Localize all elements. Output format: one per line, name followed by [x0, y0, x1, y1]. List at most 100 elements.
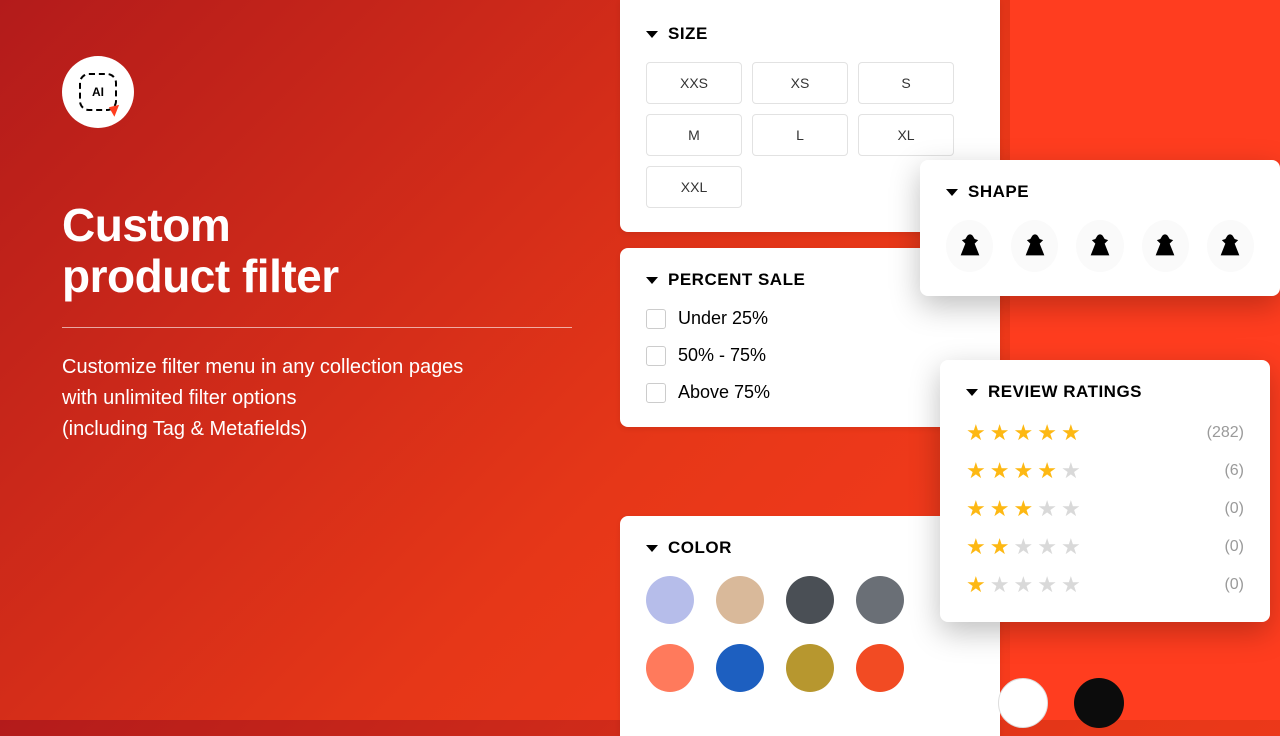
chevron-down-icon [646, 31, 658, 38]
star-filled-icon: ★ [966, 496, 986, 522]
hero-title-line2: product filter [62, 250, 339, 302]
color-row [646, 644, 974, 692]
color-filter-header[interactable]: COLOR [646, 538, 974, 558]
shape-option-dress-icon[interactable] [1207, 220, 1254, 272]
star-empty-icon: ★ [1013, 534, 1033, 560]
shape-filter-panel: SHAPE [920, 160, 1280, 296]
shape-option-dress-icon[interactable] [946, 220, 993, 272]
option-label: Under 25% [678, 308, 768, 329]
color-swatch[interactable] [646, 576, 694, 624]
chevron-down-icon [946, 189, 958, 196]
rating-option[interactable]: ★★★★★(0) [966, 534, 1244, 560]
color-swatch[interactable] [786, 576, 834, 624]
hero-section: Custom product filter Customize filter m… [62, 200, 582, 445]
size-option[interactable]: XL [858, 114, 954, 156]
divider [62, 327, 572, 328]
size-option[interactable]: XXS [646, 62, 742, 104]
shape-option-dress-icon[interactable] [1142, 220, 1189, 272]
logo-badge: AI [79, 73, 117, 111]
star-filled-icon: ★ [990, 458, 1010, 484]
star-filled-icon: ★ [1013, 496, 1033, 522]
color-row-extra [998, 678, 1124, 728]
rating-count: (0) [1224, 500, 1244, 518]
size-filter-header[interactable]: SIZE [646, 24, 974, 44]
checkbox[interactable] [646, 346, 666, 366]
chevron-down-icon [646, 545, 658, 552]
hero-desc-line3: (including Tag & Metafields) [62, 418, 307, 440]
hero-title: Custom product filter [62, 200, 582, 301]
hero-desc-line2: with unlimited filter options [62, 387, 297, 409]
option-label: Above 75% [678, 382, 770, 403]
size-option[interactable]: XXL [646, 166, 742, 208]
cursor-icon [109, 102, 123, 117]
shape-option-dress-icon[interactable] [1011, 220, 1058, 272]
star-empty-icon: ★ [990, 572, 1010, 598]
size-option[interactable]: XS [752, 62, 848, 104]
checkbox[interactable] [646, 383, 666, 403]
star-empty-icon: ★ [1037, 534, 1057, 560]
rating-count: (282) [1207, 424, 1244, 442]
rating-count: (0) [1224, 538, 1244, 556]
hero-description: Customize filter menu in any collection … [62, 352, 582, 445]
color-swatch[interactable] [856, 576, 904, 624]
shape-option-dress-icon[interactable] [1076, 220, 1123, 272]
review-ratings-filter-panel: REVIEW RATINGS ★★★★★(282)★★★★★(6)★★★★★(0… [940, 360, 1270, 622]
rating-option[interactable]: ★★★★★(0) [966, 572, 1244, 598]
size-option[interactable]: L [752, 114, 848, 156]
percent-sale-title: PERCENT SALE [668, 270, 805, 290]
hero-desc-line1: Customize filter menu in any collection … [62, 356, 463, 378]
color-swatch[interactable] [856, 644, 904, 692]
chevron-down-icon [966, 389, 978, 396]
review-ratings-title: REVIEW RATINGS [988, 382, 1142, 402]
star-filled-icon: ★ [1013, 420, 1033, 446]
star-empty-icon: ★ [1061, 458, 1081, 484]
star-filled-icon: ★ [1037, 458, 1057, 484]
star-filled-icon: ★ [1013, 458, 1033, 484]
stars: ★★★★★ [966, 534, 1081, 560]
option-label: 50% - 75% [678, 345, 766, 366]
color-swatch[interactable] [716, 644, 764, 692]
stars: ★★★★★ [966, 420, 1081, 446]
size-title: SIZE [668, 24, 708, 44]
color-swatch[interactable] [716, 576, 764, 624]
shape-filter-header[interactable]: SHAPE [946, 182, 1254, 202]
color-swatch[interactable] [1074, 678, 1124, 728]
color-title: COLOR [668, 538, 732, 558]
star-empty-icon: ★ [1061, 534, 1081, 560]
review-rating-options: ★★★★★(282)★★★★★(6)★★★★★(0)★★★★★(0)★★★★★(… [966, 420, 1244, 598]
percent-sale-option[interactable]: Above 75% [646, 382, 974, 403]
color-swatch[interactable] [998, 678, 1048, 728]
rating-option[interactable]: ★★★★★ (0) [966, 496, 1244, 522]
rating-option[interactable]: ★★★★★ (6) [966, 458, 1244, 484]
hero-title-line1: Custom [62, 199, 230, 251]
percent-sale-options: Under 25% 50% - 75% Above 75% [646, 308, 974, 403]
star-empty-icon: ★ [1061, 572, 1081, 598]
review-ratings-header[interactable]: REVIEW RATINGS [966, 382, 1244, 402]
star-filled-icon: ★ [966, 420, 986, 446]
star-filled-icon: ★ [966, 572, 986, 598]
percent-sale-option[interactable]: 50% - 75% [646, 345, 974, 366]
color-row [646, 576, 974, 624]
star-filled-icon: ★ [990, 420, 1010, 446]
star-empty-icon: ★ [1037, 572, 1057, 598]
shape-options [946, 220, 1254, 272]
rating-count: (6) [1224, 462, 1244, 480]
color-swatch[interactable] [646, 644, 694, 692]
stars: ★★★★★ [966, 496, 1081, 522]
app-logo: AI [62, 56, 134, 128]
star-filled-icon: ★ [990, 534, 1010, 560]
size-option[interactable]: S [858, 62, 954, 104]
star-filled-icon: ★ [966, 534, 986, 560]
percent-sale-option[interactable]: Under 25% [646, 308, 974, 329]
star-empty-icon: ★ [1013, 572, 1033, 598]
size-option[interactable]: M [646, 114, 742, 156]
stars: ★★★★★ [966, 458, 1081, 484]
star-empty-icon: ★ [1037, 496, 1057, 522]
star-filled-icon: ★ [1037, 420, 1057, 446]
rating-option[interactable]: ★★★★★ (282) [966, 420, 1244, 446]
checkbox[interactable] [646, 309, 666, 329]
chevron-down-icon [646, 277, 658, 284]
color-swatch[interactable] [786, 644, 834, 692]
stars: ★★★★★ [966, 572, 1081, 598]
rating-count: (0) [1224, 576, 1244, 594]
